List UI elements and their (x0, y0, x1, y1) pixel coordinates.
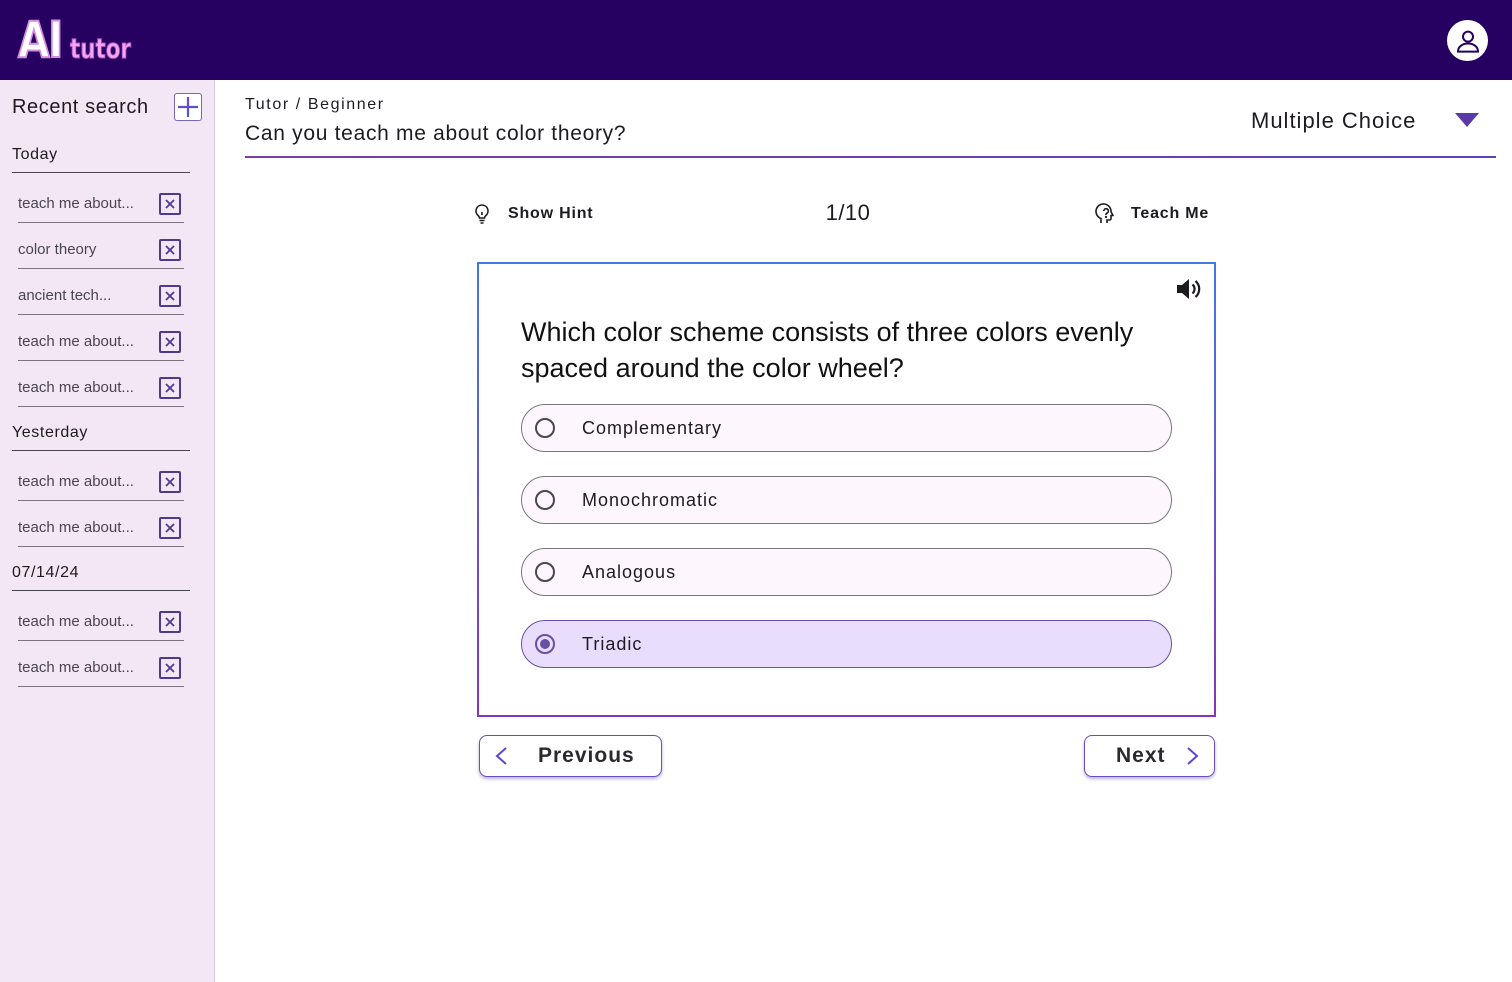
caret-down-icon (1455, 113, 1479, 127)
recent-search-label: teach me about... (18, 519, 134, 536)
question-card: Which color scheme consists of three col… (477, 262, 1216, 717)
recent-search-label: teach me about... (18, 659, 134, 676)
radio-button[interactable] (535, 562, 555, 582)
recent-search-item[interactable]: color theory (18, 229, 184, 269)
teach-me-button[interactable]: Teach Me (1095, 202, 1209, 226)
breadcrumb[interactable]: Tutor / Beginner (245, 96, 385, 114)
close-icon (165, 337, 175, 347)
answer-option-selected[interactable]: Triadic (521, 620, 1172, 668)
answer-option[interactable]: Monochromatic (521, 476, 1172, 524)
title-divider (245, 156, 1496, 158)
recent-search-item[interactable]: teach me about... (18, 507, 184, 547)
recent-search-item[interactable]: teach me about... (18, 183, 184, 223)
remove-search-button[interactable] (159, 331, 181, 353)
recent-search-label: color theory (18, 241, 97, 258)
app-header: AI tutor (0, 0, 1512, 80)
close-icon (165, 291, 175, 301)
chevron-left-icon (495, 747, 507, 765)
radio-button-selected[interactable] (535, 634, 555, 654)
chevron-right-icon (1186, 747, 1199, 765)
recent-search-item[interactable]: teach me about... (18, 321, 184, 361)
question-counter: 1/10 (825, 200, 871, 225)
remove-search-button[interactable] (159, 517, 181, 539)
logo-tutor-text: tutor (70, 32, 132, 66)
recent-search-label: teach me about... (18, 333, 134, 350)
read-aloud-button[interactable] (1173, 274, 1203, 304)
show-hint-label: Show Hint (508, 205, 594, 222)
close-icon (165, 663, 175, 673)
recent-search-item[interactable]: ancient tech... (18, 275, 184, 315)
close-icon (165, 617, 175, 627)
recent-search-label: teach me about... (18, 379, 134, 396)
speaker-icon (1177, 279, 1201, 299)
user-avatar-button[interactable] (1447, 20, 1488, 61)
previous-button[interactable]: Previous (479, 735, 662, 777)
answer-option[interactable]: Complementary (521, 404, 1172, 452)
quiz-mode-dropdown[interactable]: Multiple Choice (1251, 107, 1483, 137)
recent-search-label: teach me about... (18, 195, 134, 212)
recent-search-label: teach me about... (18, 613, 134, 630)
close-icon (165, 245, 175, 255)
close-icon (165, 199, 175, 209)
group-label-today: Today (12, 146, 190, 173)
next-button[interactable]: Next (1084, 735, 1215, 777)
recent-search-label: ancient tech... (18, 287, 112, 304)
answer-option[interactable]: Analogous (521, 548, 1172, 596)
radio-button[interactable] (535, 490, 555, 510)
recent-search-item[interactable]: teach me about... (18, 601, 184, 641)
next-label: Next (1116, 744, 1166, 767)
radio-button[interactable] (535, 418, 555, 438)
question-text: Which color scheme consists of three col… (521, 317, 1134, 383)
group-label-yesterday: Yesterday (12, 424, 190, 451)
group-label-date: 07/14/24 (12, 564, 190, 591)
show-hint-button[interactable]: Show Hint (472, 202, 593, 226)
page-title: Can you teach me about color theory? (245, 122, 627, 145)
quiz-mode-label: Multiple Choice (1251, 108, 1417, 133)
teach-me-label: Teach Me (1131, 205, 1210, 222)
logo-ai-text: AI (17, 11, 64, 69)
new-search-button[interactable] (174, 93, 202, 121)
remove-search-button[interactable] (159, 611, 181, 633)
app-logo[interactable]: AI tutor (17, 10, 142, 69)
answer-option-label: Triadic (582, 634, 643, 654)
sidebar-title: Recent search (12, 96, 149, 118)
remove-search-button[interactable] (159, 377, 181, 399)
lightbulb-icon (475, 204, 489, 224)
remove-search-button[interactable] (159, 657, 181, 679)
answer-option-label: Complementary (582, 418, 723, 438)
remove-search-button[interactable] (159, 471, 181, 493)
head-question-icon (1095, 203, 1114, 223)
plus-icon (178, 97, 198, 117)
close-icon (165, 523, 175, 533)
remove-search-button[interactable] (159, 193, 181, 215)
remove-search-button[interactable] (159, 285, 181, 307)
remove-search-button[interactable] (159, 239, 181, 261)
close-icon (165, 383, 175, 393)
recent-search-item[interactable]: teach me about... (18, 367, 184, 407)
recent-search-item[interactable]: teach me about... (18, 461, 184, 501)
recent-search-sidebar: Recent search Today teach me about... co… (0, 80, 215, 982)
close-icon (165, 477, 175, 487)
answer-option-label: Monochromatic (582, 490, 719, 510)
user-icon (1456, 30, 1479, 53)
recent-search-label: teach me about... (18, 473, 134, 490)
answer-option-label: Analogous (582, 562, 677, 582)
recent-search-item[interactable]: teach me about... (18, 647, 184, 687)
previous-label: Previous (538, 744, 635, 767)
